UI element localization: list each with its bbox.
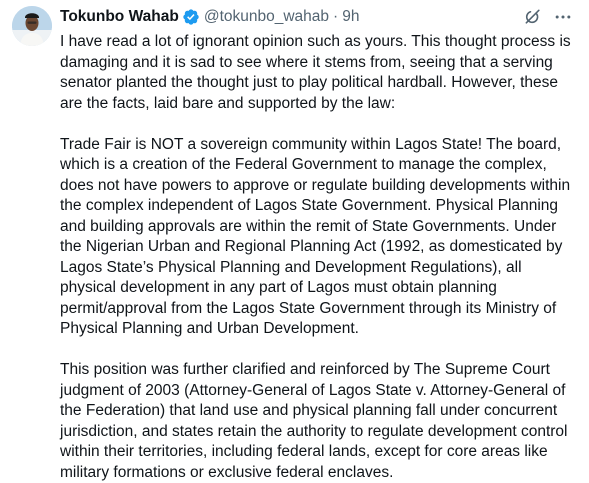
separator-dot: · bbox=[333, 8, 339, 25]
avatar-image bbox=[12, 6, 52, 46]
tweet-paragraph-3: This position was further clarified and … bbox=[60, 361, 568, 481]
tweet-paragraph-2: Trade Fair is NOT a sovereign community … bbox=[60, 135, 571, 338]
tweet-body: I have read a lot of ignorant opinion su… bbox=[60, 32, 580, 483]
more-options-icon[interactable] bbox=[553, 7, 573, 27]
author-display-name[interactable]: Tokunbo Wahab bbox=[60, 8, 179, 26]
grok-icon[interactable] bbox=[523, 7, 543, 27]
header-actions bbox=[523, 7, 577, 27]
verified-badge-icon bbox=[182, 8, 200, 26]
tweet-paragraph-1: I have read a lot of ignorant opinion su… bbox=[60, 33, 571, 112]
author-handle[interactable]: @tokunbo_wahab bbox=[204, 8, 329, 26]
tweet: Tokunbo Wahab @tokunbo_wahab · 9h I have… bbox=[0, 0, 589, 481]
tweet-header: Tokunbo Wahab @tokunbo_wahab · 9h bbox=[60, 6, 577, 28]
timestamp[interactable]: 9h bbox=[342, 8, 359, 26]
avatar[interactable] bbox=[12, 6, 52, 46]
